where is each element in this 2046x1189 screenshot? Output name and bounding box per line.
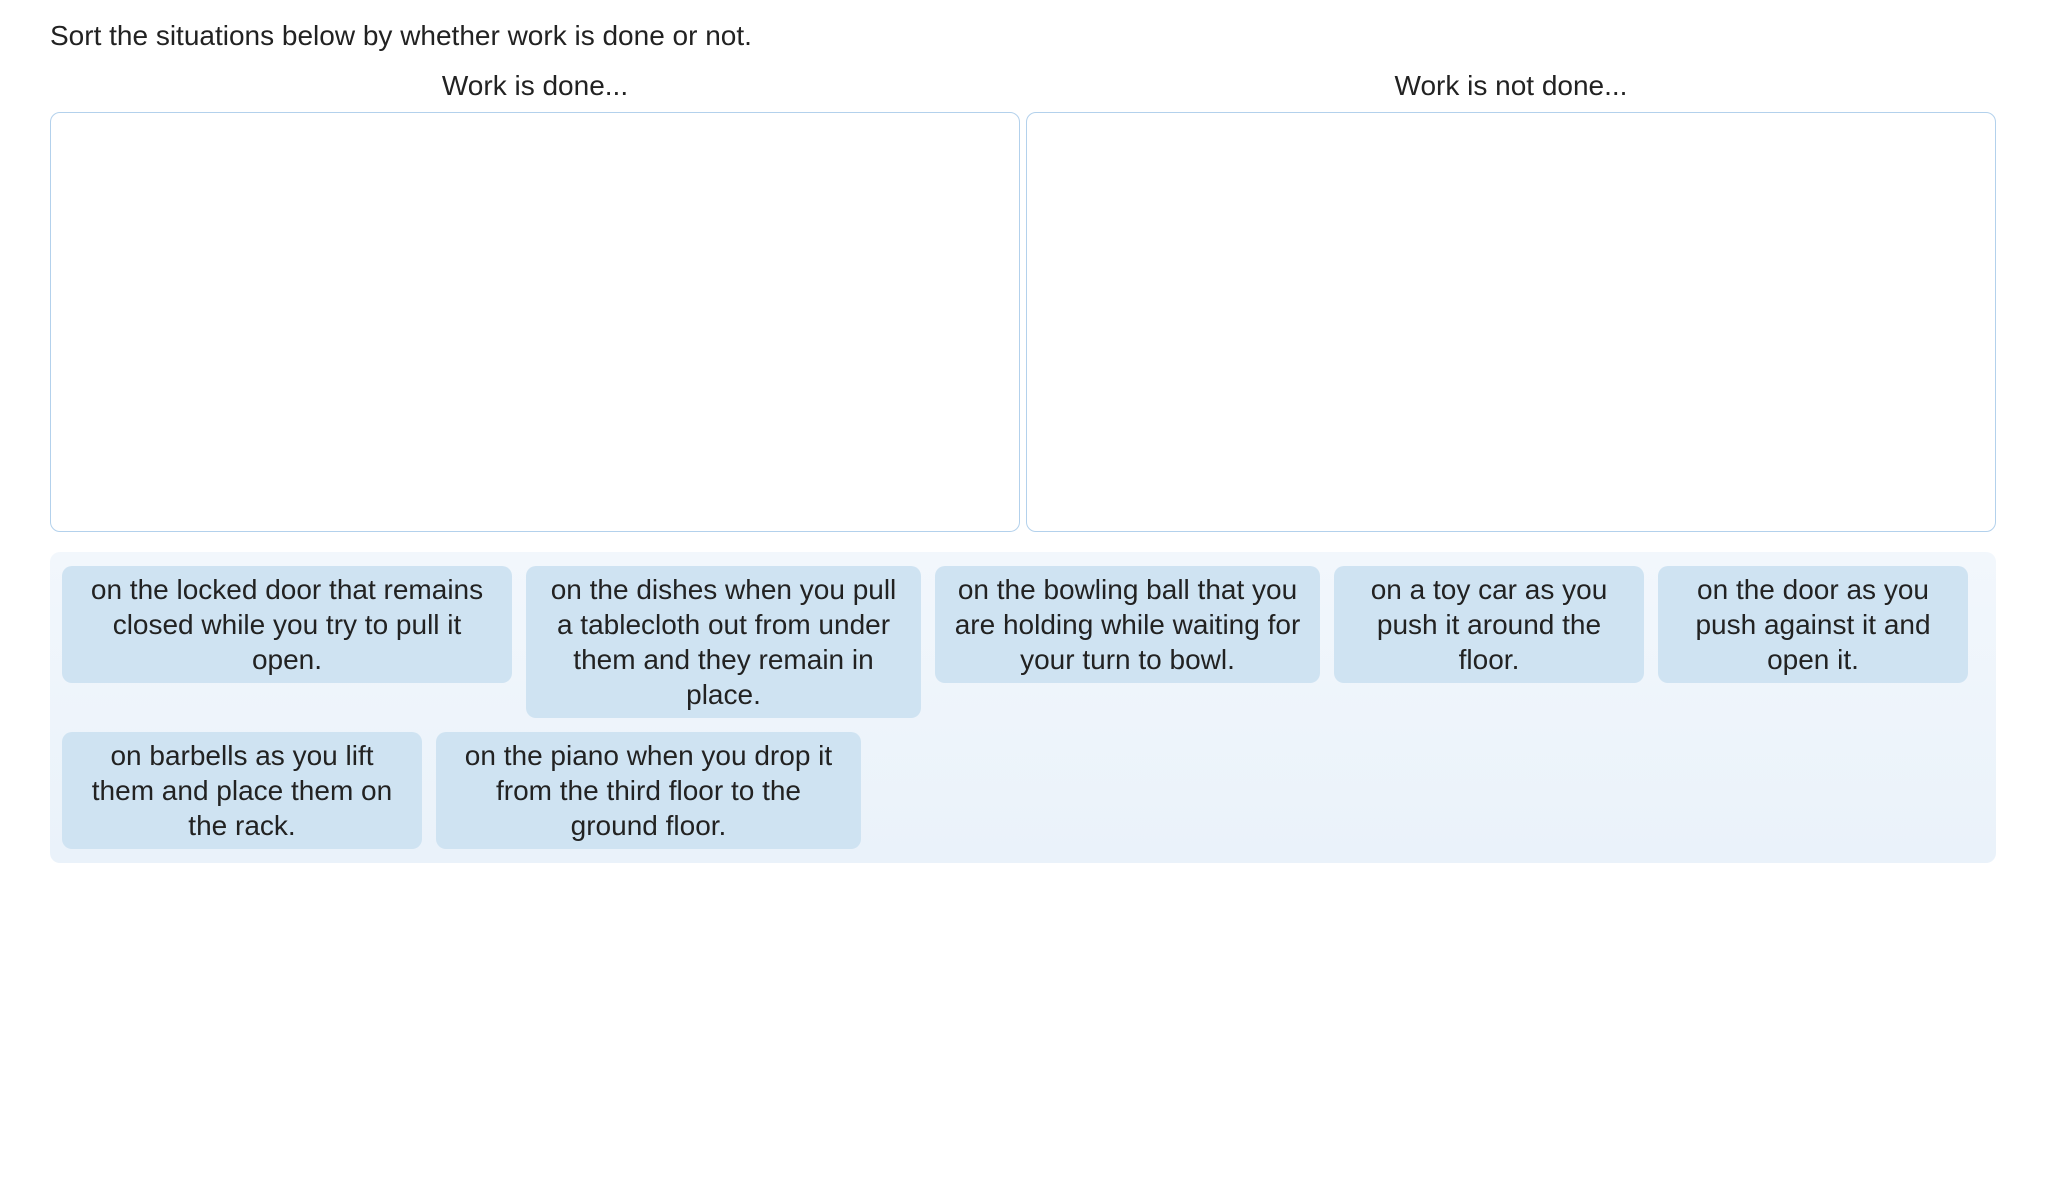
draggable-item[interactable]: on the bowling ball that you are holding… xyxy=(935,566,1320,683)
draggable-item[interactable]: on barbells as you lift them and place t… xyxy=(62,732,422,849)
draggable-item[interactable]: on a toy car as you push it around the f… xyxy=(1334,566,1644,683)
dropzone-work-not-done[interactable] xyxy=(1026,112,1996,532)
column-header-work-not-done: Work is not done... xyxy=(1395,70,1628,102)
draggable-item[interactable]: on the door as you push against it and o… xyxy=(1658,566,1968,683)
column-header-work-done: Work is done... xyxy=(442,70,628,102)
column-work-done: Work is done... xyxy=(50,70,1020,532)
column-work-not-done: Work is not done... xyxy=(1026,70,1996,532)
items-container: on the locked door that remains closed w… xyxy=(50,552,1996,863)
columns-wrapper: Work is done... Work is not done... xyxy=(50,70,1996,532)
draggable-item[interactable]: on the locked door that remains closed w… xyxy=(62,566,512,683)
dropzone-work-done[interactable] xyxy=(50,112,1020,532)
instruction-text: Sort the situations below by whether wor… xyxy=(50,20,1996,52)
draggable-item[interactable]: on the piano when you drop it from the t… xyxy=(436,732,861,849)
draggable-item[interactable]: on the dishes when you pull a tablecloth… xyxy=(526,566,921,718)
